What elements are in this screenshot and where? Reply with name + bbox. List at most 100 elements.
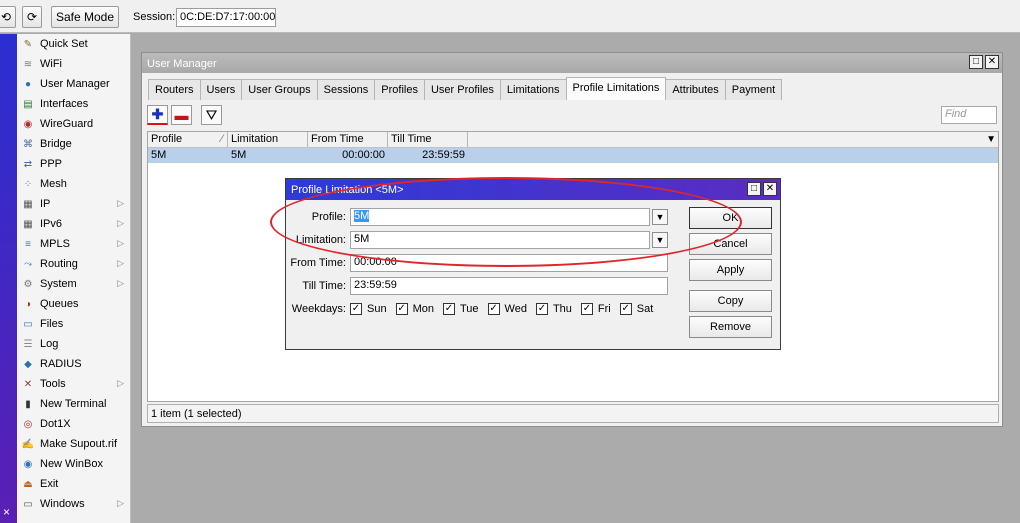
window-titlebar[interactable]: User Manager □ ✕ xyxy=(142,53,1002,73)
sidebar-item-files[interactable]: ▭ Files xyxy=(17,314,130,334)
columns-dropdown-icon[interactable]: ▼ xyxy=(986,134,996,145)
radius-icon: ◆ xyxy=(24,358,32,370)
undo-button[interactable]: ⟲ xyxy=(0,6,16,28)
dialog-titlebar[interactable]: Profile Limitation <5M> □ ✕ xyxy=(286,179,780,200)
wireguard-icon: ◉ xyxy=(23,118,33,130)
tab-attributes[interactable]: Attributes xyxy=(665,79,726,100)
sidebar-item-wifi[interactable]: ≋ WiFi xyxy=(17,54,130,74)
tab-profiles[interactable]: Profiles xyxy=(374,79,425,100)
tab-limitations[interactable]: Limitations xyxy=(499,79,567,100)
limitation-select[interactable]: 5M xyxy=(350,231,650,249)
safe-mode-button[interactable]: Safe Mode xyxy=(51,6,119,28)
from-time-row: From Time: 00:00:00 xyxy=(286,254,668,272)
ip-icon: ▦ xyxy=(23,198,33,210)
tab-routers[interactable]: Routers xyxy=(148,79,201,100)
sidebar-item-bridge[interactable]: ⌘ Bridge xyxy=(17,134,130,154)
limitation-dropdown-icon[interactable]: ▼ xyxy=(652,232,668,248)
sidebar-item-wireguard[interactable]: ◉ WireGuard xyxy=(17,114,130,134)
sidebar-item-ipv6[interactable]: ▦ IPv6 ▷ xyxy=(17,214,130,234)
weekday-sun[interactable]: ✓ Sun xyxy=(350,303,387,315)
close-icon[interactable]: ✕ xyxy=(985,55,999,69)
sidebar-item-radius[interactable]: ◆ RADIUS xyxy=(17,354,130,374)
sidebar-item-system[interactable]: ⚙ System ▷ xyxy=(17,274,130,294)
tab-user-profiles[interactable]: User Profiles xyxy=(423,79,501,100)
checkbox-checked-icon[interactable]: ✓ xyxy=(350,303,362,315)
tab-profile-limitations[interactable]: Profile Limitations xyxy=(565,77,667,100)
filter-icon: ⛛ xyxy=(205,106,218,123)
checkbox-checked-icon[interactable]: ✓ xyxy=(487,303,500,315)
sidebar-item-label: Make Supout.rif xyxy=(40,438,118,450)
sidebar-item-mesh[interactable]: ⁘ Mesh xyxy=(17,174,130,194)
sidebar-item-quick-set[interactable]: ✎ Quick Set xyxy=(17,34,130,54)
column-header-till-time[interactable]: Till Time xyxy=(388,132,468,147)
sidebar-item-tools[interactable]: ✕ Tools ▷ xyxy=(17,374,130,394)
sidebar-item-user-manager[interactable]: ● User Manager xyxy=(17,74,130,94)
column-header-limitation[interactable]: Limitation xyxy=(228,132,308,147)
sidebar-item-exit[interactable]: ⏏ Exit xyxy=(17,474,130,494)
weekday-thu[interactable]: ✓ Thu xyxy=(535,303,572,315)
cell-limitation: 5M xyxy=(231,149,247,161)
table-row[interactable]: 5M 5M 00:00:00 23:59:59 xyxy=(148,148,998,163)
apply-button[interactable]: Apply xyxy=(689,259,772,281)
checkbox-checked-icon[interactable]: ✓ xyxy=(442,303,455,315)
interfaces-icon: ▤ xyxy=(23,98,33,110)
sidebar-item-label: Routing xyxy=(40,258,78,270)
ok-button[interactable]: OK xyxy=(689,207,772,229)
maximize-icon[interactable]: □ xyxy=(747,182,761,196)
sidebar-item-make-supout-rif[interactable]: ✍ Make Supout.rif xyxy=(17,434,130,454)
sidebar-item-windows[interactable]: ▭ Windows ▷ xyxy=(17,494,130,514)
sidebar-item-new-winbox[interactable]: ◉ New WinBox xyxy=(17,454,130,474)
tab-payment[interactable]: Payment xyxy=(724,79,783,100)
checkbox-checked-icon[interactable]: ✓ xyxy=(619,303,632,315)
sidebar-item-label: MPLS xyxy=(40,238,70,250)
redo-button[interactable]: ⟳ xyxy=(22,6,42,28)
sidebar-item-dot1x[interactable]: ◎ Dot1X xyxy=(17,414,130,434)
sidebar-item-ip[interactable]: ▦ IP ▷ xyxy=(17,194,130,214)
till-time-input[interactable]: 23:59:59 xyxy=(350,277,668,295)
sidebar-item-routing[interactable]: ⤳ Routing ▷ xyxy=(17,254,130,274)
tab-sessions[interactable]: Sessions xyxy=(316,79,376,100)
column-header-from-time[interactable]: From Time xyxy=(308,132,388,147)
close-icon[interactable]: ✕ xyxy=(763,182,777,196)
session-field[interactable]: 0C:DE:D7:17:00:00 xyxy=(176,8,276,27)
cell-profile: 5M xyxy=(151,149,167,161)
checkbox-checked-icon[interactable]: ✓ xyxy=(535,303,548,315)
find-input[interactable]: Find xyxy=(941,106,997,124)
remove-button[interactable]: ▬ xyxy=(171,105,192,125)
weekday-mon[interactable]: ✓ Mon xyxy=(395,303,434,315)
sidebar-item-new-terminal[interactable]: ▮ New Terminal xyxy=(17,394,130,414)
close-icon[interactable]: × xyxy=(3,505,10,519)
maximize-icon[interactable]: □ xyxy=(969,55,983,69)
sidebar-item-label: Windows xyxy=(40,498,85,510)
remove-button[interactable]: Remove xyxy=(689,316,772,338)
from-time-input[interactable]: 00:00:00 xyxy=(350,254,668,272)
profile-dropdown-icon[interactable]: ▼ xyxy=(652,209,668,225)
sidebar-item-ppp[interactable]: ⇄ PPP xyxy=(17,154,130,174)
weekday-sat[interactable]: ✓ Sat xyxy=(619,303,654,315)
sidebar-item-label: Log xyxy=(40,338,59,350)
filter-button[interactable]: ⛛ xyxy=(201,105,222,125)
weekday-label: Sat xyxy=(636,303,654,315)
queues-icon: ◑ xyxy=(24,298,32,310)
sidebar-item-label: Quick Set xyxy=(40,38,88,50)
checkbox-checked-icon[interactable]: ✓ xyxy=(580,303,593,315)
weekday-label: Fri xyxy=(597,303,611,315)
column-header-profile[interactable]: Profile ⁄ xyxy=(148,132,228,147)
weekday-tue[interactable]: ✓ Tue xyxy=(442,303,479,315)
tab-users[interactable]: Users xyxy=(199,79,243,100)
submenu-arrow-icon: ▷ xyxy=(117,278,124,288)
supout-icon: ✍ xyxy=(21,438,35,450)
dot1x-icon: ◎ xyxy=(23,418,33,430)
checkbox-checked-icon[interactable]: ✓ xyxy=(395,303,408,315)
weekday-wed[interactable]: ✓ Wed xyxy=(487,303,527,315)
add-button[interactable]: ✚ xyxy=(147,105,168,125)
tab-user-groups[interactable]: User Groups xyxy=(241,79,318,100)
sidebar-item-log[interactable]: ☰ Log xyxy=(17,334,130,354)
sidebar-item-interfaces[interactable]: ▤ Interfaces xyxy=(17,94,130,114)
profile-select[interactable]: 5M xyxy=(350,208,650,226)
cancel-button[interactable]: Cancel xyxy=(689,233,772,255)
weekday-fri[interactable]: ✓ Fri xyxy=(580,303,611,315)
copy-button[interactable]: Copy xyxy=(689,290,772,312)
sidebar-item-queues[interactable]: ◑ Queues xyxy=(17,294,130,314)
sidebar-item-mpls[interactable]: ≡ MPLS ▷ xyxy=(17,234,130,254)
